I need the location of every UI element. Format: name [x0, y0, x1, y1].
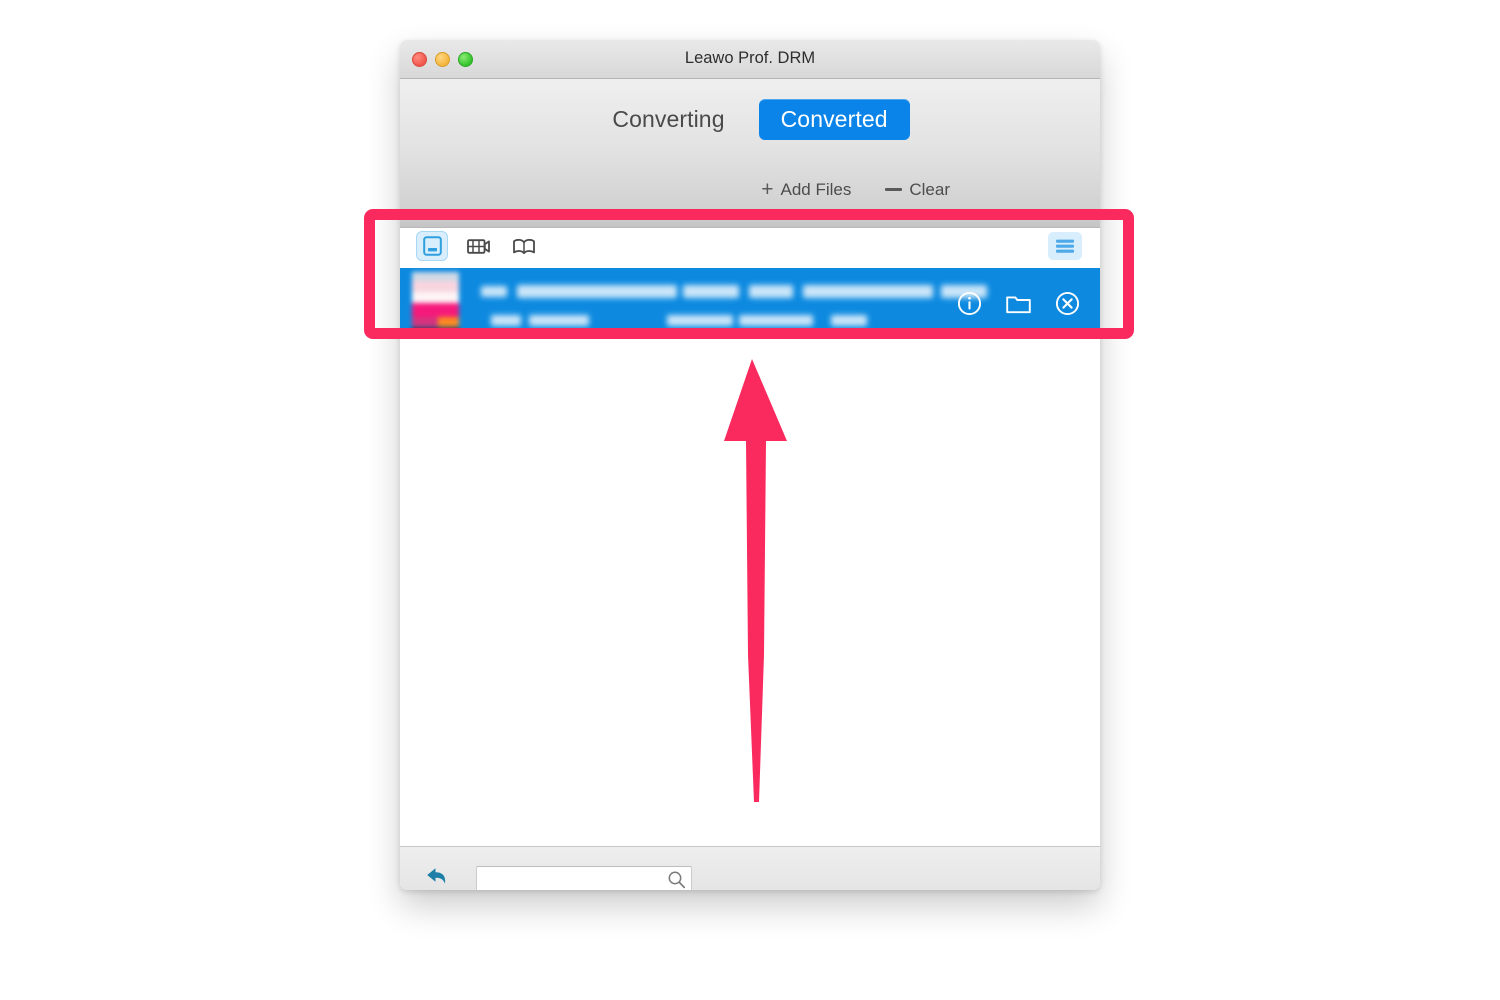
book-icon[interactable]	[509, 232, 539, 260]
app-window: Leawo Prof. DRM Converting Converted + A…	[400, 40, 1100, 890]
file-row-text	[481, 276, 987, 330]
folder-icon[interactable]	[1005, 291, 1032, 316]
search-input[interactable]	[476, 866, 692, 890]
list-view-icon[interactable]	[1048, 232, 1082, 260]
search-field-wrapper	[476, 866, 692, 890]
back-arrow-icon[interactable]	[420, 864, 452, 890]
file-list	[400, 268, 1100, 846]
video-film-icon[interactable]	[463, 232, 493, 260]
remove-icon[interactable]	[1055, 291, 1080, 316]
window-title: Leawo Prof. DRM	[684, 49, 816, 67]
tab-bar: Converting Converted	[400, 99, 1100, 140]
clear-label: Clear	[909, 179, 950, 199]
add-files-label: Add Files	[780, 179, 852, 199]
bottom-bar	[400, 846, 1100, 890]
toolbar-left-group	[417, 232, 539, 260]
plus-icon: +	[761, 178, 774, 201]
media-library-icon[interactable]	[417, 232, 447, 260]
clear-button[interactable]: Clear	[885, 180, 950, 200]
minus-icon	[885, 188, 903, 191]
tab-converting[interactable]: Converting	[590, 99, 746, 140]
add-files-button[interactable]: + Add Files	[761, 179, 851, 200]
top-panel: Converting Converted + Add Files Clear	[400, 79, 1100, 228]
window-titlebar: Leawo Prof. DRM	[400, 40, 1100, 79]
top-actions: + Add Files Clear	[761, 179, 950, 200]
table-row[interactable]	[400, 268, 1100, 338]
tab-converted[interactable]: Converted	[758, 99, 910, 140]
icon-toolbar	[400, 228, 1100, 268]
movie-poster-thumbnail	[412, 272, 459, 334]
